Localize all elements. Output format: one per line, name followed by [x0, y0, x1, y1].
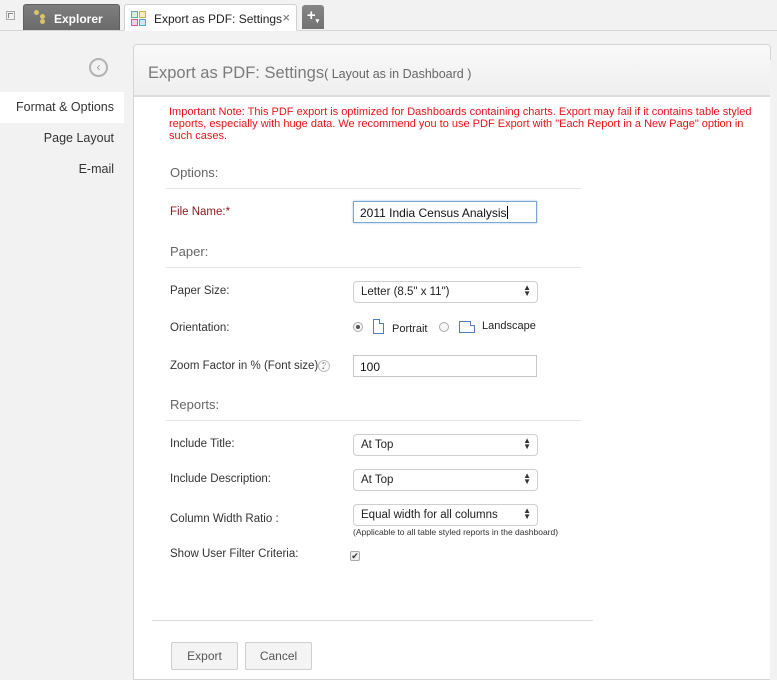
sidebar-item-email[interactable]: E-mail: [0, 154, 124, 185]
tab-export-pdf-settings[interactable]: Export as PDF: Settings ×: [124, 4, 297, 31]
zoom-factor-label: Zoom Factor in % (Font size) :: [170, 360, 325, 372]
divider: [166, 188, 581, 189]
portrait-label[interactable]: Portrait: [392, 323, 427, 335]
orientation-label: Orientation:: [170, 322, 230, 334]
portrait-page-icon: [373, 319, 384, 334]
column-width-hint: (Applicable to all table styled reports …: [353, 527, 559, 537]
zoom-factor-value: 100: [360, 360, 381, 374]
scrollbar-track[interactable]: [770, 60, 777, 680]
help-question-icon[interactable]: ?: [318, 360, 330, 372]
section-options-heading: Options:: [170, 165, 219, 180]
show-user-filter-checkbox[interactable]: ✔: [350, 551, 360, 561]
page-title: Export as PDF: Settings( Layout as in Da…: [148, 64, 471, 83]
include-title-select[interactable]: At Top ▲ ▼: [353, 434, 538, 456]
include-description-value: At Top: [361, 474, 394, 486]
page-title-text: Export as PDF: Settings: [148, 64, 325, 82]
divider: [166, 267, 581, 268]
file-name-value: 2011 India Census Analysis: [360, 206, 507, 220]
add-tab-button[interactable]: +▾: [302, 5, 324, 29]
column-width-ratio-label: Column Width Ratio :: [170, 513, 279, 525]
paper-size-label: Paper Size:: [170, 285, 230, 297]
tab-explorer[interactable]: Explorer: [23, 4, 120, 30]
explorer-tree-icon: [34, 10, 48, 24]
include-description-label: Include Description:: [170, 473, 271, 485]
orientation-landscape-radio[interactable]: [439, 322, 449, 332]
include-description-select[interactable]: At Top ▲ ▼: [353, 469, 538, 491]
paper-size-select[interactable]: Letter (8.5" x 11") ▲ ▼: [353, 281, 538, 303]
dashboard-grid-icon: [131, 11, 146, 26]
plus-icon: +: [306, 7, 316, 24]
export-button[interactable]: Export: [171, 642, 238, 670]
sidebar: ‹ Format & Options Page Layout E-mail: [0, 31, 133, 680]
paper-size-value: Letter (8.5" x 11"): [361, 286, 450, 298]
section-paper-heading: Paper:: [170, 244, 209, 259]
close-tab-icon[interactable]: ×: [282, 10, 290, 25]
select-updown-icon: ▲ ▼: [523, 471, 531, 486]
tab-active-label: Export as PDF: Settings: [154, 12, 283, 26]
footer-divider: [152, 620, 593, 621]
restore-window-icon[interactable]: [6, 11, 15, 20]
show-user-filter-label: Show User Filter Criteria:: [170, 548, 299, 560]
include-title-value: At Top: [361, 439, 394, 451]
back-arrow-icon[interactable]: ‹: [89, 58, 108, 77]
orientation-portrait-radio[interactable]: [353, 322, 363, 332]
dropdown-caret-icon: ▾: [315, 18, 320, 25]
file-name-label: File Name:*: [170, 206, 231, 218]
column-width-ratio-value: Equal width for all columns: [361, 509, 498, 521]
settings-panel: Export as PDF: Settings( Layout as in Da…: [133, 44, 771, 680]
column-width-ratio-select[interactable]: Equal width for all columns ▲ ▼: [353, 504, 538, 526]
cancel-button[interactable]: Cancel: [245, 642, 312, 670]
landscape-page-icon: [459, 321, 475, 333]
sidebar-item-format-options[interactable]: Format & Options: [0, 92, 124, 123]
checkmark-icon: ✔: [351, 551, 359, 561]
tab-strip: Explorer Export as PDF: Settings × +▾: [0, 0, 777, 31]
tab-explorer-label: Explorer: [54, 12, 103, 26]
text-cursor: [506, 206, 508, 219]
select-updown-icon: ▲ ▼: [523, 436, 531, 451]
landscape-label[interactable]: Landscape: [482, 320, 536, 332]
include-title-label: Include Title:: [170, 438, 235, 450]
select-updown-icon: ▲ ▼: [523, 283, 531, 298]
page-subtitle: ( Layout as in Dashboard ): [324, 67, 472, 81]
panel-header: Export as PDF: Settings( Layout as in Da…: [134, 45, 770, 97]
sidebar-item-page-layout[interactable]: Page Layout: [0, 123, 124, 154]
select-updown-icon: ▲ ▼: [523, 506, 531, 521]
file-name-input[interactable]: 2011 India Census Analysis: [353, 201, 537, 223]
zoom-factor-input[interactable]: 100: [353, 355, 537, 377]
divider: [166, 420, 581, 421]
important-note: Important Note: This PDF export is optim…: [169, 106, 752, 142]
section-reports-heading: Reports:: [170, 397, 220, 412]
